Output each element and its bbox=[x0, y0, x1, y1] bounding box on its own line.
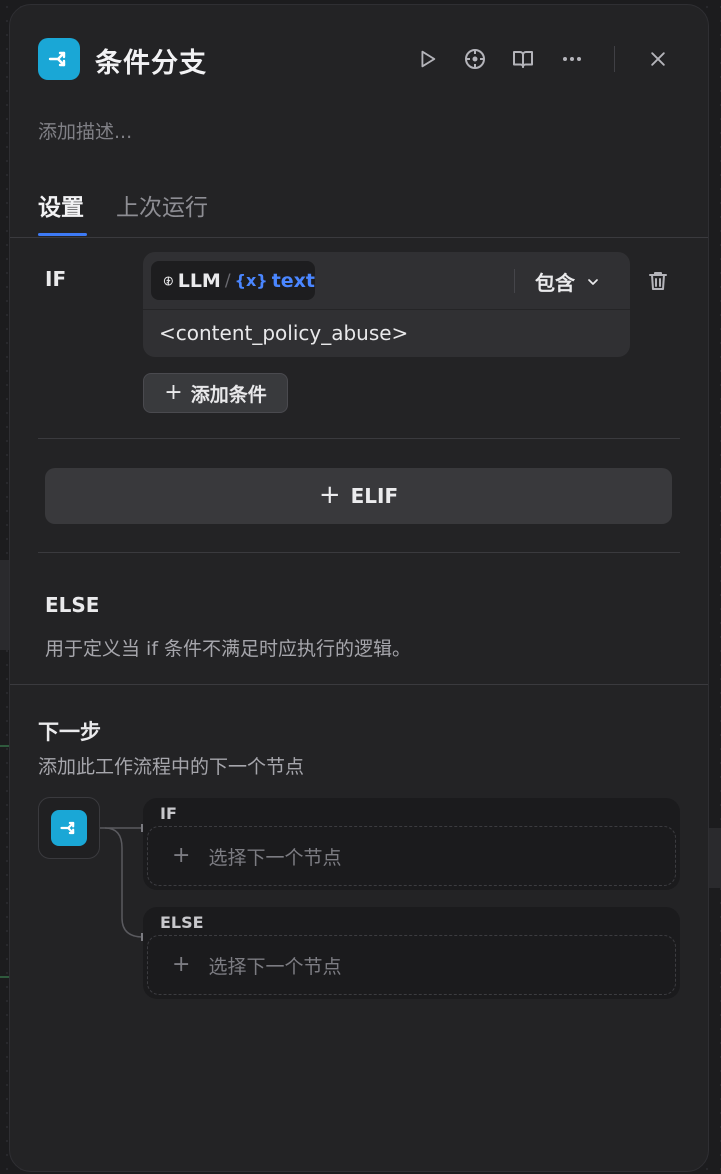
select-next-node-button[interactable]: + 选择下一个节点 bbox=[147, 826, 676, 886]
if-branch: IF + 选择下一个节点 bbox=[143, 798, 680, 890]
select-next-node-label: 选择下一个节点 bbox=[208, 955, 342, 978]
plus-icon: + bbox=[172, 842, 191, 868]
current-node-tile bbox=[38, 797, 100, 859]
select-next-node-button[interactable]: + 选择下一个节点 bbox=[147, 935, 676, 995]
branch-label: IF bbox=[160, 804, 177, 823]
canvas-edge-fragment bbox=[0, 976, 9, 978]
select-next-node-label: 选择下一个节点 bbox=[208, 846, 342, 869]
plus-icon: + bbox=[172, 951, 191, 977]
else-branch: ELSE + 选择下一个节点 bbox=[143, 907, 680, 999]
branch-icon bbox=[60, 821, 75, 835]
canvas-node-fragment bbox=[707, 828, 721, 888]
canvas-edge-fragment bbox=[0, 745, 9, 747]
branch-label: ELSE bbox=[160, 913, 204, 932]
node-config-panel: 条件分支 添加描述... 设置 上次运行 IF LLM / {x} text 包… bbox=[9, 4, 709, 1172]
canvas-node-fragment bbox=[0, 560, 9, 650]
